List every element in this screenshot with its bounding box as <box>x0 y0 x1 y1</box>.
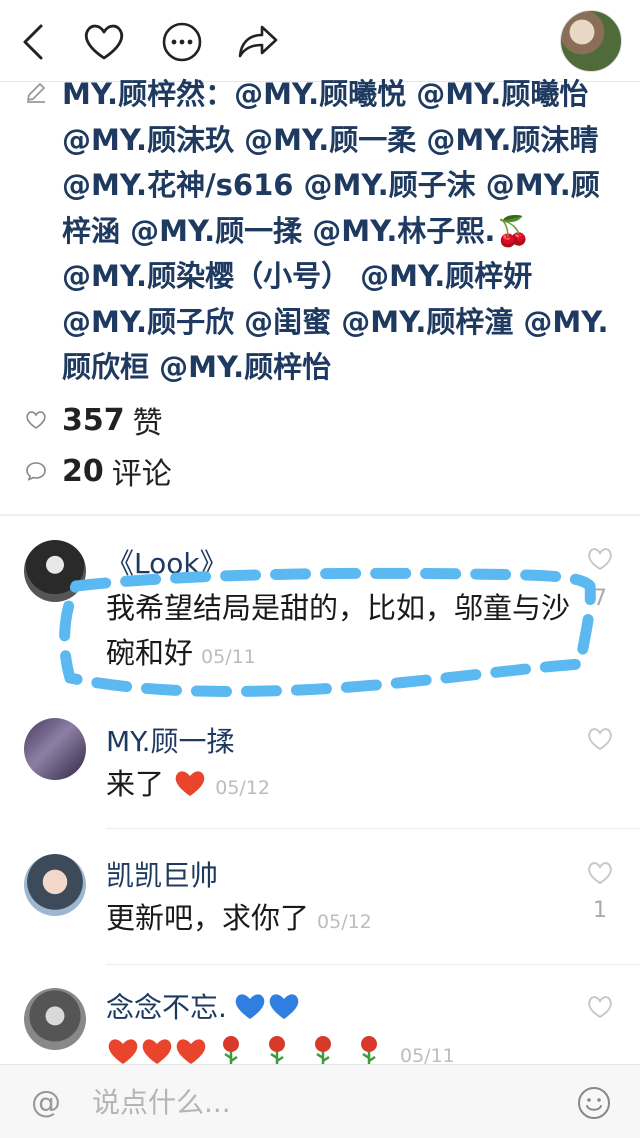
like-icon[interactable] <box>586 546 614 572</box>
avatar[interactable] <box>24 718 86 780</box>
comments-count: 20 <box>62 453 104 489</box>
like-icon <box>24 408 48 432</box>
like-icon[interactable] <box>586 994 614 1020</box>
rose-icon <box>308 1034 338 1068</box>
comment-date: 05/12 <box>215 777 270 799</box>
comment-body: 来了 <box>106 767 165 801</box>
heart-icon[interactable] <box>76 14 132 70</box>
at-icon[interactable]: @ <box>28 1085 64 1121</box>
comment-input-bar: @ <box>0 1064 640 1138</box>
comment-divider <box>106 828 640 829</box>
red-heart-icon <box>140 1034 174 1064</box>
rose-icon <box>216 1034 246 1068</box>
comment-body: 我希望结局是甜的，比如，邬童与沙碗和好 <box>106 591 571 670</box>
like-count: 7 <box>593 586 607 611</box>
comments-label: 评论 <box>111 457 172 492</box>
share-icon[interactable] <box>230 14 286 70</box>
rose-icon <box>354 1034 384 1068</box>
comment-text: 来了 05/12 <box>106 762 576 811</box>
likes-count: 357 <box>62 402 125 438</box>
likes-label: 赞 <box>132 406 163 441</box>
pencil-icon <box>24 80 48 104</box>
avatar[interactable] <box>24 540 86 602</box>
comment-author[interactable]: 念念不忘. <box>106 986 301 1028</box>
section-divider <box>0 514 640 516</box>
like-icon[interactable] <box>586 860 614 886</box>
comment-author[interactable]: MY.顾一揉 <box>106 720 235 760</box>
comment-author-name: 念念不忘. <box>106 991 227 1024</box>
rose-icon <box>262 1034 292 1068</box>
like-count: 1 <box>593 898 607 923</box>
comment-date: 05/11 <box>201 646 256 668</box>
comment-text: 更新吧，求你了 05/12 <box>106 896 576 945</box>
back-icon[interactable] <box>6 14 62 70</box>
caption-author[interactable]: MY.顾梓然： <box>62 77 234 111</box>
caption-mentions[interactable]: @MY.顾曦悦 @MY.顾曦怡 @MY.顾沫玖 @MY.顾一柔 @MY.顾沫晴 … <box>62 77 609 384</box>
top-nav-bar <box>0 0 640 82</box>
author-avatar[interactable] <box>560 10 622 72</box>
post-caption: MY.顾梓然：@MY.顾曦悦 @MY.顾曦怡 @MY.顾沫玖 @MY.顾一柔 @… <box>62 72 622 391</box>
comment-input[interactable] <box>92 1081 542 1123</box>
comment-body: 更新吧，求你了 <box>106 901 310 935</box>
avatar[interactable] <box>24 854 86 916</box>
comment-divider <box>106 964 640 965</box>
more-icon[interactable] <box>154 14 210 70</box>
comment-text: 我希望结局是甜的，比如，邬童与沙碗和好 05/11 <box>106 586 576 680</box>
red-heart-icon <box>106 1034 140 1064</box>
likes-stat[interactable]: 357 赞 <box>24 398 163 442</box>
emoji-icon[interactable] <box>576 1085 612 1121</box>
comments-stat[interactable]: 20 评论 <box>24 449 172 493</box>
comment-author[interactable]: 凯凯巨帅 <box>106 854 218 894</box>
avatar[interactable] <box>24 988 86 1050</box>
comment-author[interactable]: 《Look》 <box>106 542 228 582</box>
red-heart-icon <box>173 766 207 796</box>
like-icon[interactable] <box>586 726 614 752</box>
comment-date: 05/12 <box>317 911 372 933</box>
red-heart-icon <box>174 1034 208 1064</box>
blue-heart-icon <box>233 991 301 1028</box>
comment-icon <box>24 459 48 483</box>
